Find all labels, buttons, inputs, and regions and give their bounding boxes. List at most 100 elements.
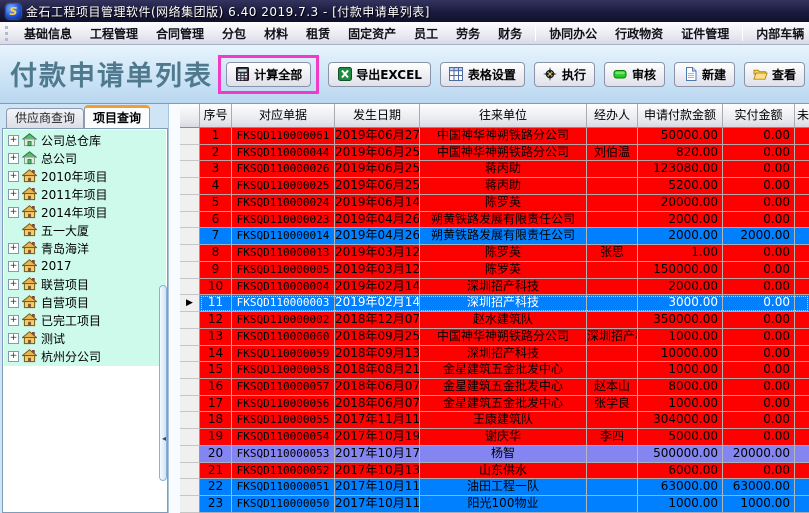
cell-date[interactable]: 2017年10月11日 [335, 496, 420, 513]
cell-doc-number[interactable]: FKSQD110000003 [232, 295, 335, 312]
cell-counterparty[interactable]: 金星建筑五金批发中心 [420, 362, 587, 379]
cell-doc-number[interactable]: FKSQD110000014 [232, 228, 335, 245]
cell-paid-amount[interactable]: 0.00 [723, 379, 795, 396]
cell-paid-amount[interactable]: 0.00 [723, 346, 795, 363]
table-row-12[interactable]: 12FKSQD1100000022018年12月07日赵水建筑队350000.0… [180, 312, 809, 329]
cell-doc-number[interactable]: FKSQD110000026 [232, 161, 335, 178]
table-row-14[interactable]: 14FKSQD1100000592018年09月13日深圳招产科技10000.0… [180, 346, 809, 363]
tree-item-2[interactable]: +2010年项目 [4, 167, 166, 185]
cell-counterparty[interactable]: 中国神华神朔铁路分公司 [420, 329, 587, 346]
cell-apply-amount[interactable]: 3000.00 [638, 295, 723, 312]
row-selector[interactable] [180, 496, 200, 513]
cell-date[interactable]: 2018年06月07日 [335, 396, 420, 413]
cell-counterparty[interactable]: 油田工程一队 [420, 479, 587, 496]
menu-item-5[interactable]: 租赁 [297, 22, 339, 45]
cell-unpaid-clipped[interactable] [795, 362, 809, 379]
expand-icon[interactable]: + [8, 351, 19, 362]
column-header-6[interactable]: 申请付款金额 [638, 104, 723, 128]
cell-doc-number[interactable]: FKSQD110000053 [232, 446, 335, 463]
cell-seq[interactable]: 12 [200, 312, 232, 329]
table-row-4[interactable]: 4FKSQD1100000252019年06月25日蒋丙助5200.000.00 [180, 178, 809, 195]
menu-item-7[interactable]: 员工 [405, 22, 447, 45]
row-selector[interactable] [180, 145, 200, 162]
cell-handler[interactable] [587, 412, 638, 429]
cell-seq[interactable]: 23 [200, 496, 232, 513]
cell-handler[interactable] [587, 496, 638, 513]
cell-doc-number[interactable]: FKSQD110000024 [232, 195, 335, 212]
cell-unpaid-clipped[interactable] [795, 429, 809, 446]
column-header-3[interactable]: 发生日期 [335, 104, 420, 128]
cell-handler[interactable]: 李四 [587, 429, 638, 446]
cell-apply-amount[interactable]: 20000.00 [638, 195, 723, 212]
menu-item-0[interactable]: 基础信息 [15, 22, 81, 45]
cell-seq[interactable]: 21 [200, 463, 232, 480]
cell-seq[interactable]: 19 [200, 429, 232, 446]
cell-seq[interactable]: 16 [200, 379, 232, 396]
table-row-10[interactable]: 10FKSQD1100000042019年02月14日深圳招产科技2000.00… [180, 279, 809, 296]
cell-seq[interactable]: 2 [200, 145, 232, 162]
table-row-22[interactable]: 22FKSQD1100000512017年10月11日油田工程一队63000.0… [180, 479, 809, 496]
cell-handler[interactable]: 张思 [587, 245, 638, 262]
row-selector[interactable] [180, 429, 200, 446]
cell-counterparty[interactable]: 中国神华神朔铁路分公司 [420, 128, 587, 145]
tree-item-3[interactable]: +2011年项目 [4, 185, 166, 203]
cell-doc-number[interactable]: FKSQD110000054 [232, 429, 335, 446]
row-selector-header[interactable] [180, 104, 200, 128]
cell-handler[interactable]: 赵本山 [587, 379, 638, 396]
menu-item-6[interactable]: 固定资产 [339, 22, 405, 45]
table-row-16[interactable]: 16FKSQD1100000572018年06月07日金星建筑五金批发中心赵本山… [180, 379, 809, 396]
cell-date[interactable]: 2018年09月25日 [335, 329, 420, 346]
menu-item-2[interactable]: 合同管理 [147, 22, 213, 45]
row-selector[interactable] [180, 346, 200, 363]
cell-paid-amount[interactable]: 0.00 [723, 463, 795, 480]
cell-handler[interactable] [587, 195, 638, 212]
cell-unpaid-clipped[interactable] [795, 312, 809, 329]
cell-unpaid-clipped[interactable] [795, 396, 809, 413]
menu-item-10[interactable]: 协同办公 [540, 22, 606, 45]
cell-seq[interactable]: 15 [200, 362, 232, 379]
cell-seq[interactable]: 4 [200, 178, 232, 195]
cell-date[interactable]: 2017年10月11日 [335, 479, 420, 496]
cell-counterparty[interactable]: 赵水建筑队 [420, 312, 587, 329]
cell-doc-number[interactable]: FKSQD110000055 [232, 412, 335, 429]
cell-unpaid-clipped[interactable] [795, 346, 809, 363]
cell-seq[interactable]: 3 [200, 161, 232, 178]
tree-item-1[interactable]: +总公司 [4, 149, 166, 167]
menu-item-12[interactable]: 证件管理 [672, 22, 738, 45]
cell-unpaid-clipped[interactable] [795, 128, 809, 145]
menu-item-11[interactable]: 行政物资 [606, 22, 672, 45]
cell-date[interactable]: 2019年06月14日 [335, 195, 420, 212]
row-selector[interactable] [180, 412, 200, 429]
cell-date[interactable]: 2018年12月07日 [335, 312, 420, 329]
sidebar-splitter[interactable]: ◂ [159, 285, 167, 481]
cell-doc-number[interactable]: FKSQD110000023 [232, 212, 335, 229]
table-row-7[interactable]: 7FKSQD1100000142019年04月26日朔黄铁路发展有限责任公司20… [180, 228, 809, 245]
cell-paid-amount[interactable]: 0.00 [723, 362, 795, 379]
cell-counterparty[interactable]: 深圳招产科技 [420, 346, 587, 363]
table-row-20[interactable]: 20FKSQD1100000532017年10月17日杨智500000.0020… [180, 446, 809, 463]
tab-supplier-query[interactable]: 供应商查询 [6, 108, 84, 128]
menu-item-13[interactable]: 内部车辆 [747, 22, 809, 45]
cell-unpaid-clipped[interactable] [795, 195, 809, 212]
tree-item-4[interactable]: +2014年项目 [4, 203, 166, 221]
cell-unpaid-clipped[interactable] [795, 379, 809, 396]
expand-icon[interactable]: + [8, 243, 19, 254]
row-selector[interactable] [180, 463, 200, 480]
cell-apply-amount[interactable]: 500000.00 [638, 446, 723, 463]
row-selector[interactable] [180, 329, 200, 346]
cell-date[interactable]: 2019年06月25日 [335, 178, 420, 195]
cell-paid-amount[interactable]: 20000.00 [723, 446, 795, 463]
cell-paid-amount[interactable]: 0.00 [723, 145, 795, 162]
row-selector[interactable] [180, 212, 200, 229]
expand-icon[interactable]: + [8, 297, 19, 308]
expand-icon[interactable]: + [8, 279, 19, 290]
cell-paid-amount[interactable]: 0.00 [723, 178, 795, 195]
cell-doc-number[interactable]: FKSQD110000005 [232, 262, 335, 279]
row-selector[interactable] [180, 362, 200, 379]
toolbar-grip-icon[interactable] [5, 26, 8, 41]
row-selector[interactable] [180, 262, 200, 279]
cell-counterparty[interactable]: 蒋丙助 [420, 178, 587, 195]
expand-icon[interactable]: + [8, 315, 19, 326]
row-selector[interactable] [180, 128, 200, 145]
tree-item-6[interactable]: +青岛海洋 [4, 239, 166, 257]
